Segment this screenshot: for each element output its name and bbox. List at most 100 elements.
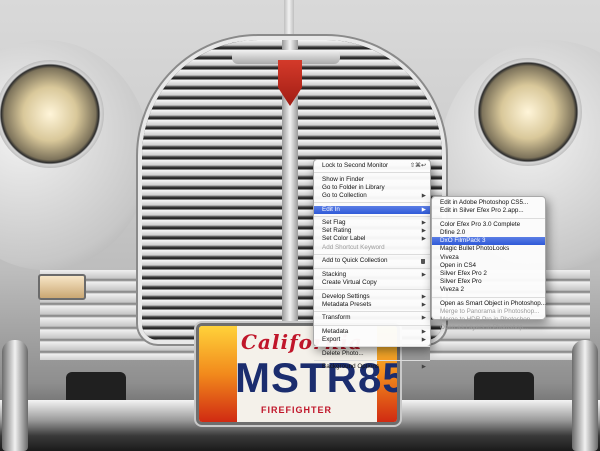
menu-item-label: Go to Folder in Library	[322, 183, 385, 191]
menu-item-label: Edit in Silver Efex Pro 2.app...	[440, 207, 524, 215]
menu-separator	[314, 359, 430, 361]
menu-item-stacking[interactable]: Stacking ▶	[314, 271, 430, 279]
submenu-item-viveza-2[interactable]: Viveza 2	[432, 286, 545, 294]
submenu-arrow-icon: ▶	[421, 220, 426, 227]
menu-item-set-flag[interactable]: Set Flag ▶	[314, 219, 430, 227]
menu-item-background-options[interactable]: Background Options ▶	[314, 363, 430, 371]
submenu-arrow-icon: ▶	[421, 328, 426, 335]
menu-item-label: Go to Collection	[322, 191, 367, 199]
submenu-arrow-icon: ▶	[421, 192, 426, 199]
submenu-item-edit-in-silver-efex-pro-2-app[interactable]: Edit in Silver Efex Pro 2.app...	[432, 207, 545, 215]
menu-item-show-in-finder[interactable]: Show in Finder	[314, 176, 430, 184]
left-headlight	[0, 60, 104, 168]
menu-item-create-virtual-copy[interactable]: Create Virtual Copy	[314, 279, 430, 287]
submenu-item-silver-efex-pro-2[interactable]: Silver Efex Pro 2	[432, 270, 545, 278]
menu-item-set-rating[interactable]: Set Rating ▶	[314, 227, 430, 235]
submenu-item-merge-to-hdr-pro-in-photoshop: Merge to HDR Pro in Photoshop...	[432, 316, 545, 324]
submenu-arrow-icon: ▶	[421, 301, 426, 308]
submenu-arrow-icon: ▶	[421, 315, 426, 322]
submenu-item-open-as-layers-in-photoshop: Open as Layers in Photoshop...	[432, 324, 545, 332]
menu-item-label: Background Options	[322, 363, 380, 371]
submenu-item-magic-bullet-photolooks[interactable]: Magic Bullet PhotoLooks	[432, 245, 545, 253]
menu-separator	[432, 296, 545, 298]
submenu-arrow-icon: ▶	[421, 271, 426, 278]
menu-item-go-to-collection[interactable]: Go to Collection ▶	[314, 192, 430, 200]
menu-separator	[314, 202, 430, 204]
plate-frame-text: FIREFIGHTER	[261, 405, 332, 415]
submenu-arrow-icon: ▶	[421, 337, 426, 343]
menu-item-edit-in[interactable]: Edit In ▶	[314, 205, 430, 214]
menu-item-label: Open as Layers in Photoshop...	[440, 324, 529, 332]
menu-item-add-to-quick-collection[interactable]: Add to Quick Collection	[314, 257, 430, 265]
menu-item-label: Magic Bullet PhotoLooks	[440, 245, 510, 253]
submenu-item-open-in-cs4[interactable]: Open in CS4	[432, 262, 545, 270]
menu-item-label: Edit In	[322, 205, 340, 213]
menu-item-label: Create Virtual Copy	[322, 278, 377, 286]
menu-item-label: Lock to Second Monitor	[322, 162, 389, 169]
right-bumper-guard	[572, 340, 598, 451]
menu-item-metadata-presets[interactable]: Metadata Presets ▶	[314, 301, 430, 309]
menu-item-label: Color Efex Pro 3.0 Complete	[440, 220, 521, 228]
submenu-item-merge-to-panorama-in-photoshop: Merge to Panorama in Photoshop...	[432, 308, 545, 316]
plate-flame-art-left	[199, 326, 237, 422]
menu-item-export[interactable]: Export ▶	[314, 336, 430, 344]
submenu-item-dfine-2-0[interactable]: Dfine 2.0	[432, 229, 545, 237]
submenu-arrow-icon: ▶	[421, 206, 426, 213]
menu-item-label: Add to Quick Collection	[322, 257, 388, 265]
parking-light	[38, 274, 86, 300]
menu-item-label: Merge to HDR Pro in Photoshop...	[440, 316, 536, 324]
menu-separator	[314, 311, 430, 313]
plate-number: MSTR85	[235, 354, 400, 401]
context-menu: Lock to Second Monitor ⇧⌘↩ Show in Finder G…	[313, 159, 431, 370]
menu-item-label: Open as Smart Object in Photoshop...	[440, 299, 547, 307]
menu-item-label: Viveza 2	[440, 286, 465, 294]
keyboard-shortcut: ⇧⌘↩	[409, 163, 426, 169]
right-headlight	[474, 58, 582, 166]
menu-item-label: Set Flag	[322, 219, 346, 227]
menu-item-go-to-folder-in-library[interactable]: Go to Folder in Library	[314, 184, 430, 192]
menu-item-label: Metadata Presets	[322, 300, 372, 308]
submenu-item-viveza[interactable]: Viveza	[432, 254, 545, 262]
menu-separator	[314, 289, 430, 291]
submenu-arrow-icon: ▶	[421, 293, 426, 300]
menu-item-label: Delete Photo...	[322, 349, 364, 357]
menu-item-label: Add Shortcut Keyword	[322, 243, 385, 251]
menu-item-add-shortcut-keyword: Add Shortcut Keyword	[314, 244, 430, 252]
submenu-item-color-efex-pro-3-0-complete[interactable]: Color Efex Pro 3.0 Complete	[432, 221, 545, 229]
menu-item-label: Merge to Panorama in Photoshop...	[440, 308, 540, 315]
menu-item-label: Open in CS4	[440, 261, 477, 269]
left-bumper-guard	[2, 340, 28, 451]
menu-item-transform[interactable]: Transform ▶	[314, 314, 430, 322]
trash-icon	[421, 258, 425, 264]
submenu-item-dxo-filmpack-3[interactable]: DxO FilmPack 3	[432, 237, 545, 246]
menu-item-label: Silver Efex Pro 2	[440, 269, 487, 277]
menu-item-label: Viveza	[440, 253, 459, 261]
menu-item-label: Silver Efex Pro	[440, 278, 482, 286]
menu-item-label: DxO FilmPack 3	[440, 237, 486, 245]
edit-in-submenu: Edit in Adobe Photoshop CS5... Edit in Si…	[431, 196, 547, 331]
menu-item-label: Set Rating	[322, 227, 352, 235]
menu-item-delete-photo[interactable]: Delete Photo...	[314, 350, 430, 358]
menu-item-lock-to-second-monitor[interactable]: Lock to Second Monitor ⇧⌘↩	[314, 162, 430, 170]
menu-item-label: Stacking	[322, 270, 347, 278]
menu-separator	[432, 217, 545, 219]
menu-item-label: Show in Finder	[322, 175, 364, 183]
menu-separator	[314, 324, 430, 326]
submenu-arrow-icon: ▶	[421, 236, 426, 243]
menu-item-label: Transform	[322, 314, 351, 322]
submenu-item-edit-in-adobe-photoshop-cs5[interactable]: Edit in Adobe Photoshop CS5...	[432, 199, 545, 207]
menu-item-label: Metadata	[322, 327, 349, 335]
menu-separator	[314, 346, 430, 348]
menu-item-develop-settings[interactable]: Develop Settings ▶	[314, 293, 430, 301]
menu-separator	[314, 254, 430, 255]
submenu-arrow-icon: ▶	[421, 228, 426, 235]
menu-item-label: Set Color Label	[322, 235, 366, 243]
menu-separator	[314, 215, 430, 217]
submenu-item-silver-efex-pro[interactable]: Silver Efex Pro	[432, 278, 545, 286]
submenu-item-open-as-smart-object-in-photoshop[interactable]: Open as Smart Object in Photoshop...	[432, 299, 547, 308]
submenu-arrow-icon: ▶	[421, 364, 426, 371]
menu-item-label: Dfine 2.0	[440, 228, 466, 236]
menu-item-metadata[interactable]: Metadata ▶	[314, 328, 430, 336]
menu-item-set-color-label[interactable]: Set Color Label ▶	[314, 235, 430, 243]
menu-separator	[314, 172, 430, 174]
